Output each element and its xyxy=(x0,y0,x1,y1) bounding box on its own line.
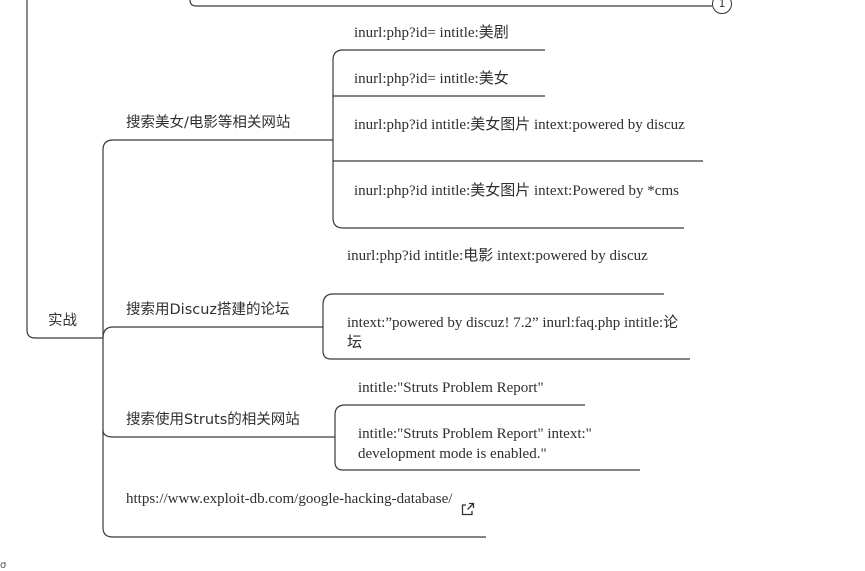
external-link-icon[interactable] xyxy=(461,502,475,516)
exploit-db-link[interactable]: https://www.exploit-db.com/google-hackin… xyxy=(126,489,456,509)
leaf-query-meinv[interactable]: inurl:php?id= intitle:美女 xyxy=(354,69,509,89)
leaf-query-meinv-cms[interactable]: inurl:php?id intitle:美女图片 intext:Powered… xyxy=(354,181,684,201)
branch-label-beauty-movie-sites[interactable]: 搜索美女/电影等相关网站 xyxy=(126,113,290,133)
stray-glyph: σ xyxy=(0,560,7,571)
branch-label-discuz-forums[interactable]: 搜索用Discuz搭建的论坛 xyxy=(126,300,290,320)
leaf-query-movie-discuz[interactable]: inurl:php?id intitle:电影 intext:powered b… xyxy=(347,246,662,266)
leaf-query-discuz-72-faq[interactable]: intext:”powered by discuz! 7.2” inurl:fa… xyxy=(347,313,687,353)
root-node-label[interactable]: 实战 xyxy=(48,311,77,331)
leaf-query-meiju[interactable]: inurl:php?id= intitle:美剧 xyxy=(354,23,509,43)
leaf-query-struts-devmode[interactable]: intitle:"Struts Problem Report" intext:"… xyxy=(358,424,643,464)
leaf-query-meinv-discuz[interactable]: inurl:php?id intitle:美女图片 intext:powered… xyxy=(354,115,699,135)
leaf-query-struts-report[interactable]: intitle:"Struts Problem Report" xyxy=(358,378,544,398)
branch-label-struts-sites[interactable]: 搜索使用Struts的相关网站 xyxy=(126,410,300,430)
